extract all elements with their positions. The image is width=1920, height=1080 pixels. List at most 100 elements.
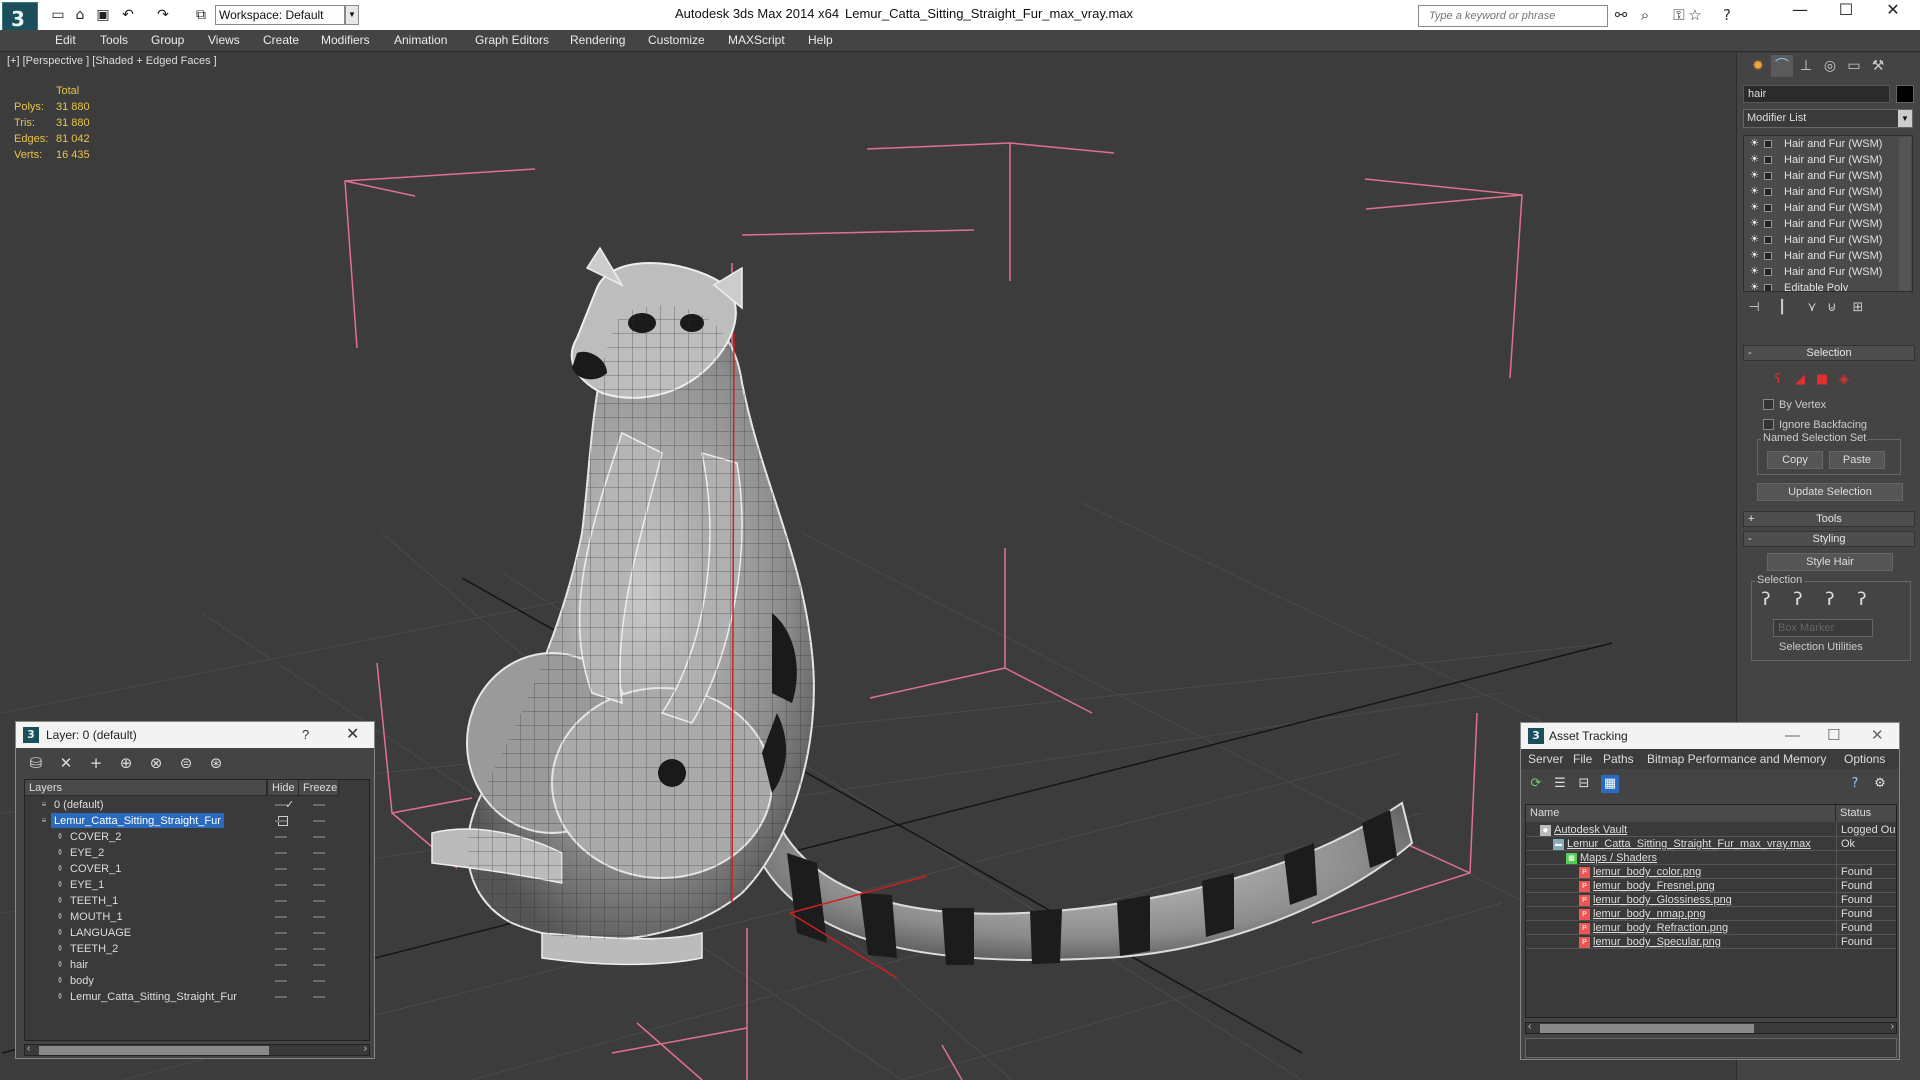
layer-row[interactable]: ⚱ hair <box>25 957 369 973</box>
menu-edit[interactable]: Edit <box>55 33 76 47</box>
open-folder-icon[interactable]: ⌂ <box>72 7 88 23</box>
layer-row[interactable]: ≡ Lemur_Catta_Sitting_Straight_Fur <box>25 813 369 829</box>
search-box[interactable] <box>1418 5 1608 27</box>
remove-modifier-icon[interactable]: ⊍ <box>1821 300 1843 318</box>
modifier-toggle-icon[interactable] <box>1764 156 1772 164</box>
freeze-toggle[interactable] <box>313 804 325 806</box>
add-to-layer-icon[interactable]: + <box>86 754 106 772</box>
lightbulb-icon[interactable]: ☀ <box>1750 232 1759 248</box>
object-name-field[interactable] <box>1743 85 1890 103</box>
menu-views[interactable]: Views <box>208 33 240 47</box>
layer-name[interactable]: Lemur_Catta_Sitting_Straight_Fur <box>51 813 224 828</box>
layer-name[interactable]: body <box>67 973 97 988</box>
layer-row[interactable]: ⚱ MOUTH_1 <box>25 909 369 925</box>
select-guide-vertices-icon[interactable]: ʔ <box>1823 591 1837 609</box>
layer-row[interactable]: ⚱ COVER_1 <box>25 861 369 877</box>
column-header-hide[interactable]: Hide <box>267 780 299 796</box>
segment-selection-icon[interactable]: ◢ <box>1793 373 1807 387</box>
menu-animation[interactable]: Animation <box>394 33 447 47</box>
modifier-toggle-icon[interactable] <box>1764 172 1772 180</box>
freeze-toggle[interactable] <box>313 932 325 934</box>
hide-toggle[interactable] <box>275 836 287 838</box>
modifier-stack-item[interactable]: ☀ Hair and Fur (WSM) <box>1744 136 1912 152</box>
lightbulb-icon[interactable]: ☀ <box>1750 184 1759 200</box>
layer-row[interactable]: ≡ 0 (default) ✓ <box>25 797 369 813</box>
freeze-toggle[interactable] <box>313 916 325 918</box>
viewport-label[interactable]: [+] [Perspective ] [Shaded + Edged Faces… <box>7 55 217 67</box>
modifier-toggle-icon[interactable] <box>1764 268 1772 276</box>
settings-icon[interactable]: ⚙ <box>1871 775 1889 793</box>
layer-row[interactable]: ⚱ TEETH_1 <box>25 893 369 909</box>
asset-row[interactable]: Plemur_body_nmap.png Found <box>1526 907 1896 921</box>
perspective-viewport[interactable]: [+] [Perspective ] [Shaded + Edged Faces… <box>2 53 1734 1080</box>
lightbulb-icon[interactable]: ☀ <box>1750 216 1759 232</box>
freeze-toggle[interactable] <box>313 948 325 950</box>
project-folder-icon[interactable]: ⧉ <box>193 7 209 23</box>
object-color-swatch[interactable] <box>1896 85 1914 103</box>
modifier-toggle-icon[interactable] <box>1764 140 1772 148</box>
freeze-toggle[interactable] <box>313 980 325 982</box>
motion-tab-icon[interactable]: ◎ <box>1819 55 1841 77</box>
menu-customize[interactable]: Customize <box>648 33 705 47</box>
hide-toggle[interactable] <box>275 948 287 950</box>
layer-dialog-title[interactable]: 3 Layer: 0 (default) ? ✕ <box>16 722 374 748</box>
copy-button[interactable]: Copy <box>1767 451 1823 469</box>
binoculars-icon[interactable]: ⚯ <box>1612 6 1630 24</box>
scroll-left-icon[interactable]: ‹ <box>27 1043 30 1054</box>
pin-stack-icon[interactable]: ⊣ <box>1743 300 1765 318</box>
layer-name[interactable]: TEETH_2 <box>67 941 121 956</box>
layer-name[interactable]: COVER_1 <box>67 861 124 876</box>
column-header-layers[interactable]: Layers <box>25 780 267 796</box>
new-file-icon[interactable]: ▭ <box>50 7 66 23</box>
freeze-toggle[interactable] <box>313 900 325 902</box>
element-selection-icon[interactable]: ◈ <box>1837 373 1851 387</box>
maximize-button[interactable]: ☐ <box>1827 723 1840 749</box>
delete-layer-icon[interactable]: ✕ <box>56 754 76 772</box>
freeze-toggle[interactable] <box>313 884 325 886</box>
modifier-stack-item[interactable]: ☀ Hair and Fur (WSM) <box>1744 152 1912 168</box>
modifier-toggle-icon[interactable] <box>1764 236 1772 244</box>
modify-tab-icon[interactable]: ⌒ <box>1771 55 1793 77</box>
show-end-result-icon[interactable]: ┃ <box>1771 300 1793 318</box>
search-online-icon[interactable]: ⌕ <box>1636 6 1654 24</box>
layer-name[interactable]: EYE_1 <box>67 877 107 892</box>
menu-create[interactable]: Create <box>263 33 299 47</box>
hide-toggle[interactable] <box>275 900 287 902</box>
horizontal-scrollbar[interactable]: ‹ › <box>24 1043 370 1056</box>
hide-toggle[interactable] <box>275 884 287 886</box>
layer-row[interactable]: ⚱ EYE_2 <box>25 845 369 861</box>
update-selection-button[interactable]: Update Selection <box>1757 483 1903 501</box>
new-layer-icon[interactable]: ⛁ <box>26 754 46 772</box>
search-input[interactable] <box>1429 7 1604 25</box>
paste-button[interactable]: Paste <box>1829 451 1885 469</box>
asset-tracking-title[interactable]: 3 Asset Tracking — ☐ ✕ <box>1521 723 1899 749</box>
menu-group[interactable]: Group <box>151 33 184 47</box>
tip-selection-icon[interactable]: ■ <box>1815 373 1829 387</box>
select-objects-icon[interactable]: ⊕ <box>116 754 136 772</box>
hide-toggle[interactable] <box>275 852 287 854</box>
column-header-status[interactable]: Status <box>1836 805 1896 822</box>
modifier-toggle-icon[interactable] <box>1764 188 1772 196</box>
select-whole-guide-icon[interactable]: ʔ <box>1791 591 1805 609</box>
hide-toggle[interactable] <box>275 996 287 998</box>
layer-name[interactable]: TEETH_1 <box>67 893 121 908</box>
select-by-root-icon[interactable]: ʔ <box>1855 591 1869 609</box>
menu-help[interactable]: Help <box>808 33 833 47</box>
workspace-dropdown[interactable]: Workspace: Default <box>215 5 345 25</box>
asset-menu-options[interactable]: Options <box>1844 752 1885 766</box>
freeze-all-icon[interactable]: ⊛ <box>206 754 226 772</box>
save-icon[interactable]: ▣ <box>95 7 111 23</box>
asset-row[interactable]: ▩ Maps / Shaders <box>1526 851 1896 865</box>
hide-toggle[interactable] <box>275 868 287 870</box>
modifier-toggle-icon[interactable] <box>1764 284 1772 291</box>
modifier-stack-item[interactable]: ☀ Hair and Fur (WSM) <box>1744 248 1912 264</box>
vertical-scrollbar[interactable] <box>1899 137 1911 291</box>
styling-rollout[interactable]: - Styling <box>1743 531 1915 547</box>
hierarchy-tab-icon[interactable]: ⊥ <box>1795 55 1817 77</box>
layer-name[interactable]: EYE_2 <box>67 845 107 860</box>
menu-maxscript[interactable]: MAXScript <box>728 33 785 47</box>
star-icon[interactable]: ☆ <box>1686 6 1704 24</box>
by-vertex-checkbox[interactable] <box>1763 399 1774 410</box>
freeze-toggle[interactable] <box>313 996 325 998</box>
undo-icon[interactable]: ↶ <box>120 7 136 23</box>
